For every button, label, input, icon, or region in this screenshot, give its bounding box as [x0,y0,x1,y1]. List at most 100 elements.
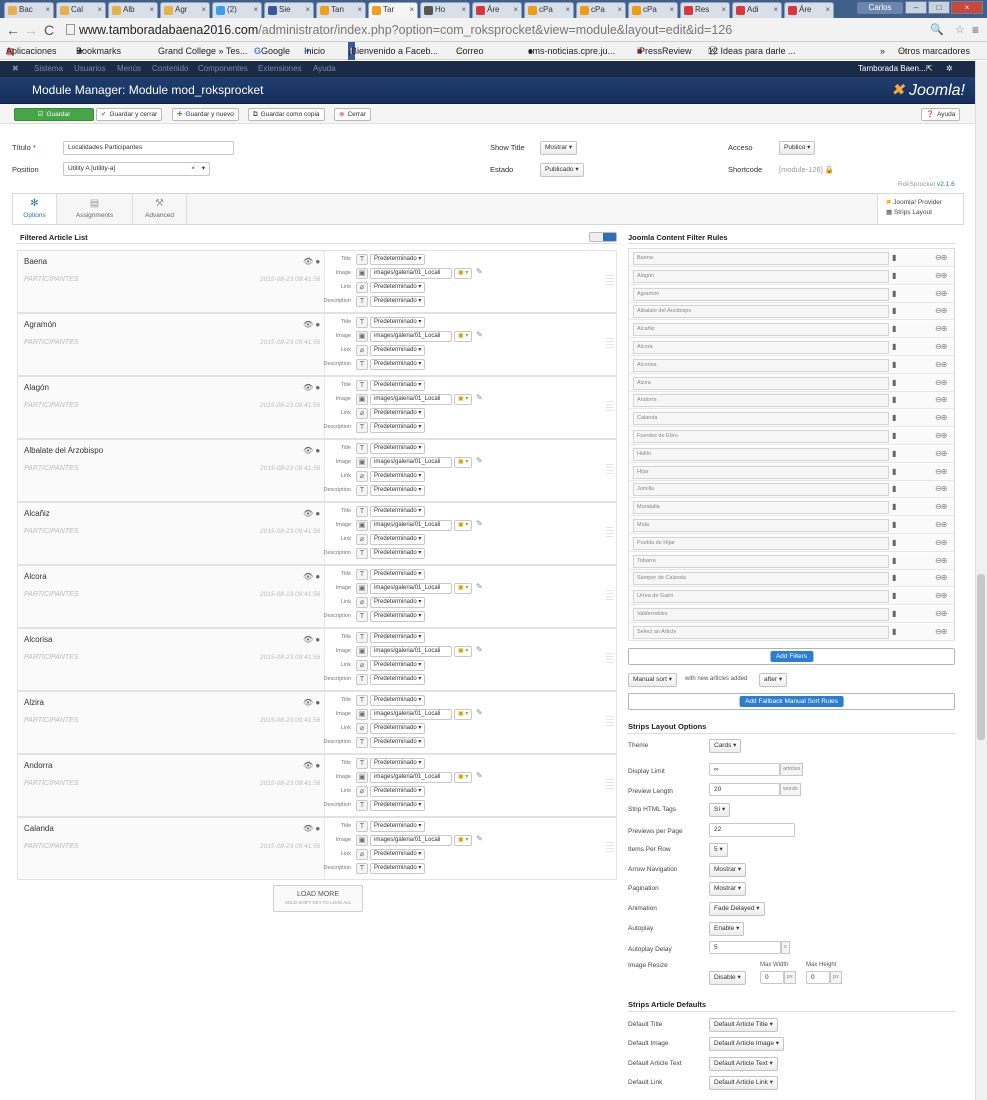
add-icon[interactable]: ⊕ [941,556,948,565]
image-picker-button[interactable]: ▣ ▾ [454,331,473,342]
tab-close-icon[interactable]: × [253,3,258,17]
browser-tab[interactable]: cPa × [628,2,678,18]
menu-componentes[interactable]: Componentes [198,61,248,77]
add-icon[interactable]: ⊕ [941,395,948,404]
default-link-select[interactable]: Default Article Link ▾ [709,1076,778,1090]
pagination-select[interactable]: Mostrar ▾ [709,882,747,896]
tab-options[interactable]: ✻ Options [13,194,57,224]
edit-icon[interactable]: ✎ [476,834,483,843]
image-picker-button[interactable]: ▣ ▾ [454,268,473,279]
image-picker-button[interactable]: ▣ ▾ [454,646,473,657]
description-select[interactable]: Predeterminado ▾ [370,800,426,811]
title-select[interactable]: Predeterminado ▾ [370,380,426,391]
title-select[interactable]: Predeterminado ▾ [370,758,426,769]
filter-select[interactable]: Alagón [633,269,889,283]
filter-select[interactable]: Baena [633,252,889,265]
acceso-select[interactable]: Publico ▾ [779,141,816,155]
edit-icon[interactable]: ✎ [476,393,483,402]
image-picker-button[interactable]: ▣ ▾ [454,709,473,720]
filter-select[interactable]: Fuentes de Ebro [633,430,889,443]
document-icon[interactable]: ▮ [892,449,896,458]
image-resize-select[interactable]: Disable ▾ [709,971,746,985]
tab-close-icon[interactable]: × [357,3,362,17]
add-icon[interactable]: ⊕ [941,431,948,440]
edit-icon[interactable]: ✎ [476,645,483,654]
image-picker-button[interactable]: ▣ ▾ [454,520,473,531]
image-picker-button[interactable]: ▣ ▾ [454,772,473,783]
previews-per-page-input[interactable]: 22 [709,823,795,837]
document-icon[interactable]: ▮ [892,609,896,618]
tab-close-icon[interactable]: × [669,3,674,17]
description-select[interactable]: Predeterminado ▾ [370,611,426,622]
tab-close-icon[interactable]: × [825,3,830,17]
menu-icon[interactable]: ≡ [972,22,979,38]
title-select[interactable]: Predeterminado ▾ [370,506,426,517]
edit-icon[interactable]: ✎ [476,771,483,780]
image-path-field[interactable]: images/galeria/01_Locali [370,709,452,720]
article-item[interactable]: Albalate del Arzobispo PARTICIPANTES 2015-… [17,439,617,502]
filter-select[interactable]: Select an Article [633,625,889,639]
filter-select[interactable]: Albalate del Arzobispo [633,305,889,319]
drag-handle-icon[interactable] [606,527,614,539]
save-copy-button[interactable]: ⧉ Guardar como copia [248,108,325,121]
drag-handle-icon[interactable] [606,401,614,413]
star-icon[interactable]: ☆ [955,22,965,38]
title-input[interactable]: Localidades Participantes [63,141,234,155]
add-icon[interactable]: ⊕ [941,484,948,493]
image-path-field[interactable]: images/galeria/01_Locali [370,394,452,405]
menu-ayuda[interactable]: Ayuda [313,61,336,77]
document-icon[interactable]: ▮ [892,378,896,387]
bookmarks-more[interactable]: » [880,42,885,60]
document-icon[interactable]: ▮ [892,413,896,422]
image-picker-button[interactable]: ▣ ▾ [454,394,473,405]
browser-tab[interactable]: Ho × [420,2,470,18]
filter-select[interactable]: Alcañiz [633,323,889,337]
drag-handle-icon[interactable] [606,842,614,854]
title-select[interactable]: Predeterminado ▾ [370,443,426,454]
link-select[interactable]: Predeterminado ▾ [370,408,426,419]
description-select[interactable]: Predeterminado ▾ [370,422,426,433]
filter-select[interactable]: Hellín [633,447,889,461]
document-icon[interactable]: ▮ [892,502,896,511]
drag-handle-icon[interactable] [606,779,614,791]
browser-tab[interactable]: Cal × [56,2,106,18]
external-icon[interactable]: ⇱ [926,61,933,77]
tab-close-icon[interactable]: × [45,3,50,17]
document-icon[interactable]: ▮ [892,467,896,476]
article-item[interactable]: Alagón PARTICIPANTES 2015-08-23 09:41:56 👁 … [17,376,617,439]
browser-tab[interactable]: Tan × [316,2,366,18]
image-path-field[interactable]: images/galeria/01_Locali [370,268,452,279]
description-select[interactable]: Predeterminado ▾ [370,737,426,748]
display-limit-input[interactable]: ∞ [709,763,780,776]
max-height-input[interactable]: 0 [806,971,830,984]
description-select[interactable]: Predeterminado ▾ [370,359,426,370]
document-icon[interactable]: ▮ [892,591,896,600]
link-select[interactable]: Predeterminado ▾ [370,786,426,797]
image-path-field[interactable]: images/galeria/01_Locali [370,583,452,594]
add-icon[interactable]: ⊕ [941,306,948,315]
reload-icon[interactable]: C [44,22,54,38]
add-icon[interactable]: ⊕ [941,289,948,298]
default-text-select[interactable]: Default Article Text ▾ [709,1057,778,1071]
add-icon[interactable]: ⊕ [941,360,948,369]
add-icon[interactable]: ⊕ [941,573,948,582]
filter-select[interactable]: Agramón [633,287,889,301]
description-select[interactable]: Predeterminado ▾ [370,548,426,559]
add-icon[interactable]: ⊕ [941,591,948,600]
tab-advanced[interactable]: ⚒ Advanced [133,194,187,224]
filter-select[interactable]: Moratalla [633,501,889,515]
image-path-field[interactable]: images/galeria/01_Locali [370,646,452,657]
document-icon[interactable]: ▮ [892,360,896,369]
page-scrollbar-thumb[interactable] [977,574,985,740]
add-icon[interactable]: ⊕ [941,342,948,351]
gear-icon[interactable]: ✲ [946,61,953,77]
link-select[interactable]: Predeterminado ▾ [370,660,426,671]
filter-select[interactable]: Urrea de Gaén [633,590,889,604]
document-icon[interactable]: ▮ [892,271,896,280]
tab-close-icon[interactable]: × [97,3,102,17]
article-item[interactable]: Alcora PARTICIPANTES 2015-08-23 09:41:56 👁 … [17,565,617,628]
browser-tab[interactable]: Áre × [784,2,834,18]
url-field[interactable]: www.tamboradabaena2016.com/administrator… [66,21,936,39]
view-toggle[interactable] [589,232,617,242]
filter-select[interactable]: Mula [633,519,889,532]
